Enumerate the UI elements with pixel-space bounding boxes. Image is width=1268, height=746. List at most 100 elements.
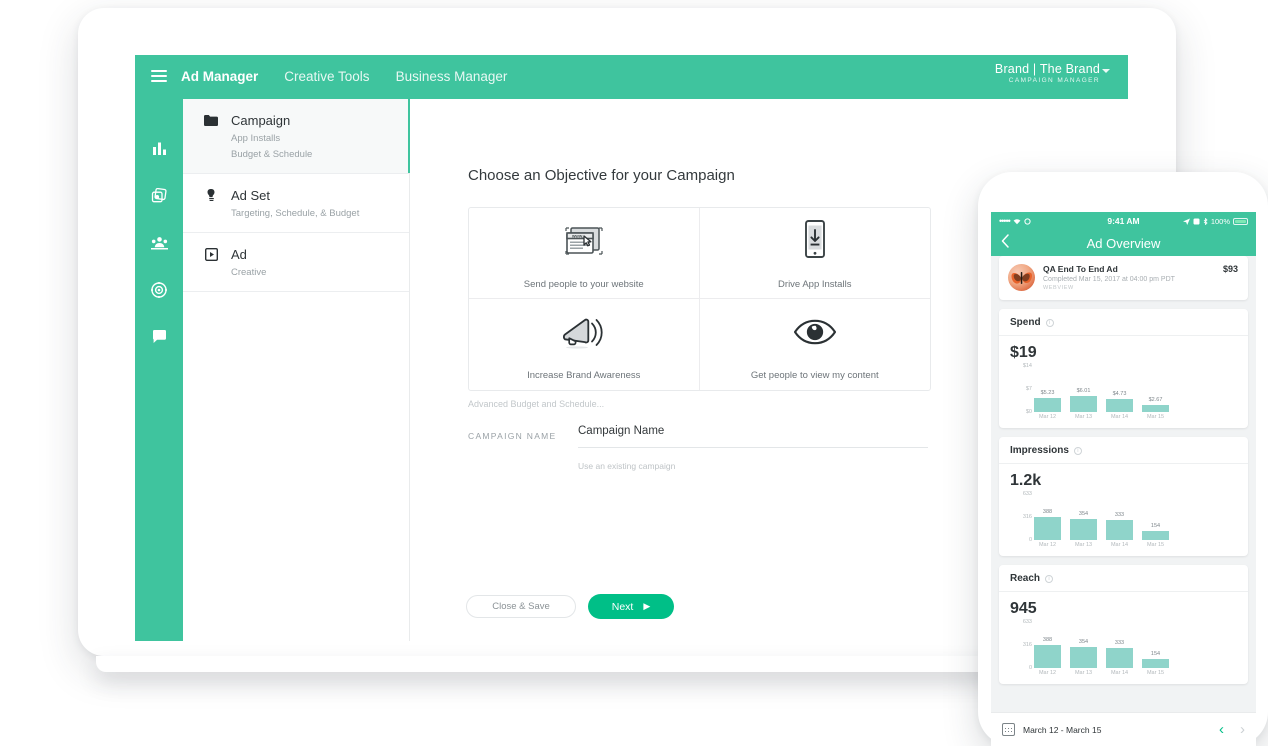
avatar bbox=[1008, 264, 1035, 291]
x-axis-tick: Mar 12 bbox=[1038, 414, 1057, 420]
info-icon[interactable]: i bbox=[1045, 574, 1054, 583]
x-axis-tick: Mar 14 bbox=[1110, 670, 1129, 676]
phone-nav-bar: Ad Overview bbox=[991, 230, 1256, 256]
topnav-item-business-manager[interactable]: Business Manager bbox=[396, 69, 508, 84]
hamburger-menu-icon[interactable] bbox=[151, 70, 167, 82]
bar-value-label: 388 bbox=[1042, 636, 1053, 643]
target-icon[interactable] bbox=[135, 274, 183, 305]
chart-y-axis: 633 316 0 bbox=[1010, 619, 1032, 671]
next-button[interactable]: Next ▶ bbox=[588, 594, 674, 619]
chart-bars: 388 354 333 154 bbox=[1034, 494, 1237, 540]
info-icon[interactable]: i bbox=[1073, 446, 1082, 455]
x-axis-tick: Mar 15 bbox=[1146, 542, 1165, 548]
prev-period-button[interactable]: ‹ bbox=[1219, 722, 1224, 737]
campaign-name-input[interactable]: Campaign Name bbox=[578, 425, 928, 448]
bluetooth-icon bbox=[1203, 217, 1208, 225]
use-existing-campaign-link[interactable]: Use an existing campaign bbox=[578, 461, 675, 471]
step-ad[interactable]: Ad Creative bbox=[183, 233, 409, 292]
chart-bar bbox=[1070, 646, 1097, 668]
objective-card-app-installs[interactable]: Drive App Installs bbox=[699, 208, 930, 299]
info-icon[interactable]: i bbox=[1045, 318, 1054, 327]
metric-name: Reach bbox=[1010, 573, 1041, 584]
topnav-item-ad-manager[interactable]: Ad Manager bbox=[181, 69, 258, 84]
ad-summary-card[interactable]: QA End To End Ad Completed Mar 15, 2017 … bbox=[999, 256, 1248, 300]
step-campaign-sub-1: App Installs bbox=[231, 133, 281, 144]
chart-bar bbox=[1034, 397, 1061, 412]
step-ad-set[interactable]: Ad Set Targeting, Schedule, & Budget bbox=[183, 174, 409, 233]
metric-total-value: 945 bbox=[1010, 600, 1037, 617]
chart-bars: 388 354 333 154 bbox=[1034, 622, 1237, 668]
chart-bar-group: 154 bbox=[1142, 523, 1169, 540]
step-ad-set-sub-1: Targeting, Schedule, & Budget bbox=[231, 208, 360, 219]
left-icon-rail bbox=[135, 97, 183, 641]
metric-name: Spend bbox=[1010, 317, 1041, 328]
svg-text:www.: www. bbox=[571, 233, 583, 238]
bar-value-label: 388 bbox=[1042, 508, 1053, 515]
y-axis-tick: $7 bbox=[1025, 386, 1032, 392]
metric-header: Spend i bbox=[999, 309, 1248, 336]
next-button-label: Next bbox=[611, 600, 634, 613]
chart-bar-group: 388 bbox=[1034, 637, 1061, 668]
bar-chart-icon[interactable] bbox=[135, 133, 183, 164]
calendar-icon[interactable] bbox=[1002, 723, 1015, 736]
x-axis-tick: Mar 12 bbox=[1038, 670, 1057, 676]
next-period-button[interactable]: › bbox=[1240, 722, 1245, 737]
ad-summary-row: QA End To End Ad Completed Mar 15, 2017 … bbox=[999, 256, 1248, 300]
step-ad-set-title: Ad Set bbox=[231, 188, 271, 203]
y-axis-tick: 633 bbox=[1022, 491, 1032, 497]
chat-bubble-icon[interactable] bbox=[135, 321, 183, 352]
chevron-left-icon[interactable] bbox=[1001, 234, 1009, 253]
chart-bar-group: 333 bbox=[1106, 640, 1133, 668]
x-axis-tick: Mar 15 bbox=[1146, 414, 1165, 420]
objective-card-website-label: Send people to your website bbox=[523, 278, 644, 290]
chart-y-axis: 633 316 0 bbox=[1010, 491, 1032, 543]
browser-window-icon: www. bbox=[562, 217, 606, 265]
advanced-budget-link[interactable]: Advanced Budget and Schedule... bbox=[468, 399, 604, 409]
ad-title: QA End To End Ad bbox=[1043, 264, 1118, 274]
chart-bar bbox=[1034, 644, 1061, 668]
objective-card-brand-awareness-label: Increase Brand Awareness bbox=[527, 370, 641, 381]
brand-account-switcher[interactable]: Brand | The Brand CAMPAIGN MANAGER bbox=[995, 62, 1100, 84]
objective-card-brand-awareness[interactable]: Increase Brand Awareness bbox=[469, 299, 700, 390]
chart-bar-group: 388 bbox=[1034, 509, 1061, 540]
campaign-step-list: Campaign App Installs Budget & Schedule … bbox=[183, 99, 410, 641]
phone-scroll-body[interactable]: QA End To End Ad Completed Mar 15, 2017 … bbox=[991, 256, 1256, 724]
y-axis-tick: 316 bbox=[1022, 514, 1032, 520]
bar-value-label: 333 bbox=[1114, 640, 1125, 647]
objective-card-view-content[interactable]: Get people to view my content bbox=[700, 299, 931, 390]
metric-total-value: 1.2k bbox=[1010, 472, 1042, 489]
topnav-item-creative-tools[interactable]: Creative Tools bbox=[284, 69, 369, 84]
chart-bar bbox=[1142, 658, 1169, 668]
metric-card-reach[interactable]: Reach i 945 633 316 0 388 354 333 154 Mar 12 Mar 13… bbox=[999, 565, 1248, 684]
y-axis-tick: 316 bbox=[1022, 642, 1032, 648]
metric-header: Impressions i bbox=[999, 437, 1248, 464]
metric-header: Reach i bbox=[999, 565, 1248, 592]
campaign-name-label: CAMPAIGN NAME bbox=[468, 431, 557, 441]
chevron-down-icon[interactable] bbox=[1102, 69, 1110, 73]
x-axis-tick: Mar 13 bbox=[1074, 414, 1093, 420]
close-and-save-button[interactable]: Close & Save bbox=[466, 595, 576, 618]
chart-x-labels: Mar 12 Mar 13 Mar 14 Mar 15 bbox=[1034, 414, 1237, 420]
pin-icon bbox=[201, 189, 221, 202]
ad-status-meta: Completed Mar 15, 2017 at 04:00 pm PDT bbox=[1043, 276, 1175, 283]
chart-bar bbox=[1106, 399, 1133, 412]
footer-button-group: Close & Save Next ▶ bbox=[466, 594, 674, 619]
audience-icon[interactable] bbox=[135, 227, 183, 258]
bar-value-label: 154 bbox=[1150, 650, 1161, 657]
ad-total-price: $93 bbox=[1222, 264, 1238, 274]
y-axis-tick: 633 bbox=[1022, 619, 1032, 625]
chart-bar bbox=[1070, 518, 1097, 540]
step-campaign-title: Campaign bbox=[231, 113, 291, 128]
metric-card-impressions[interactable]: Impressions i 1.2k 633 316 0 388 354 333 154 Mar 1… bbox=[999, 437, 1248, 556]
step-ad-sub-1: Creative bbox=[231, 267, 267, 278]
media-stack-icon[interactable] bbox=[135, 180, 183, 211]
metric-card-spend[interactable]: Spend i $19 $14 $7 $0 $5.23 $6.01 $4.73 $2.67 Mar … bbox=[999, 309, 1248, 428]
metric-bar-chart: 633 316 0 388 354 333 154 Mar 12 Mar 13 Mar 14 Mar… bbox=[1010, 619, 1237, 684]
phone-date-footer: March 12 - March 15 ‹ › bbox=[991, 712, 1256, 746]
chart-bar bbox=[1142, 530, 1169, 540]
chart-x-labels: Mar 12 Mar 13 Mar 14 Mar 15 bbox=[1034, 542, 1237, 548]
objective-card-website[interactable]: www. Send people to your website bbox=[469, 208, 700, 299]
ad-type-badge: WEBVIEW bbox=[1043, 285, 1074, 291]
step-campaign[interactable]: Campaign App Installs Budget & Schedule bbox=[183, 99, 410, 174]
x-axis-tick: Mar 13 bbox=[1074, 670, 1093, 676]
